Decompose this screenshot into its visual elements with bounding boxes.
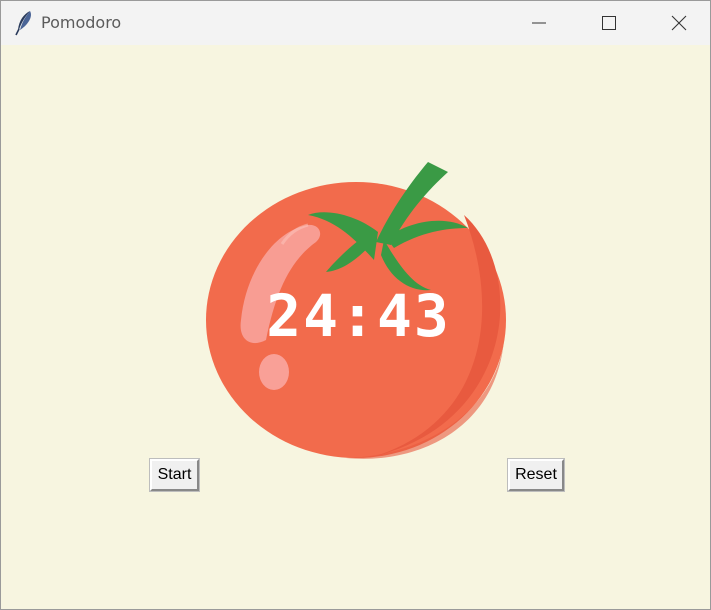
main-canvas: 24:43 Start Reset (1, 45, 710, 609)
feather-icon (15, 11, 31, 36)
minimize-button[interactable] (516, 1, 562, 45)
timer-display: 24:43 (266, 282, 451, 350)
maximize-icon (602, 16, 616, 30)
title-bar[interactable]: Pomodoro (1, 1, 710, 45)
reset-button[interactable]: Reset (507, 458, 565, 492)
start-button[interactable]: Start (149, 458, 200, 492)
minimize-icon (532, 22, 546, 24)
close-button[interactable] (656, 1, 702, 45)
window-title: Pomodoro (41, 13, 122, 32)
close-icon (671, 15, 687, 31)
maximize-button[interactable] (586, 1, 632, 45)
app-window: Pomodoro 24:43 Start Reset (0, 0, 711, 610)
